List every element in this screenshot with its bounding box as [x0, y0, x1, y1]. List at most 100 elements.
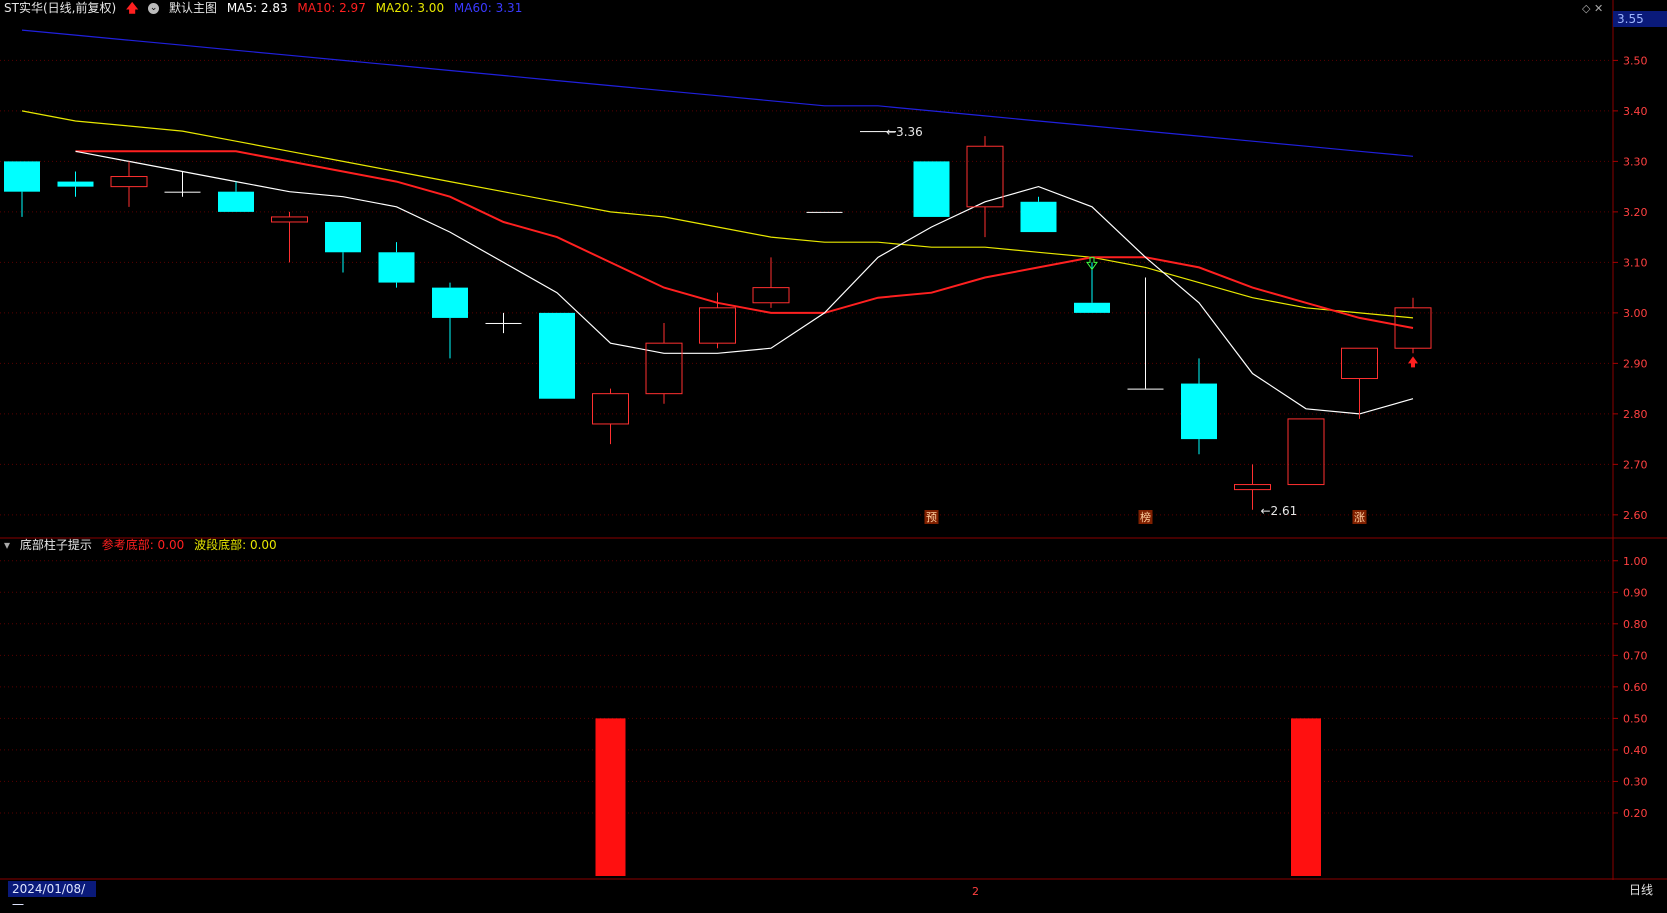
ma10-label: MA10: 2.97 [297, 1, 366, 15]
candle-body-up [1234, 484, 1271, 491]
ma60-line [21, 29, 1414, 157]
indicator-bar-layer [595, 718, 1321, 876]
ref-bottom-label: 参考底部: 0.00 [101, 538, 185, 552]
candle-body-down [218, 191, 254, 212]
candlestick-layer [4, 131, 1432, 510]
ma5-label: MA5: 2.83 [226, 1, 288, 15]
candle [4, 161, 40, 217]
price-tick-label: 3.50 [1623, 54, 1648, 67]
candle [1181, 358, 1217, 455]
ma20-label: MA20: 3.00 [375, 1, 445, 15]
indicator-tick-label: 0.20 [1623, 807, 1648, 820]
price-annotation: ←3.36 [886, 125, 923, 139]
date-cursor-label: 2024/01/08/一 [8, 881, 96, 912]
diamond-icon[interactable]: ◇ [1582, 2, 1590, 15]
candle-body-doji [806, 211, 843, 213]
candle [110, 161, 148, 207]
candle-body-up [1287, 418, 1325, 486]
bottom-signal-bar [595, 718, 626, 876]
candle [806, 211, 843, 213]
candle [1127, 277, 1164, 390]
last-price-tag: 3.55 [1613, 11, 1667, 27]
indicator-tick-label: 0.50 [1623, 712, 1648, 725]
price-tick-label: 2.70 [1623, 458, 1648, 471]
indicator-tick-label: 0.90 [1623, 586, 1648, 599]
candle-body-up [592, 393, 629, 425]
candle-body-up [752, 287, 790, 304]
price-tick-label: 3.20 [1623, 206, 1648, 219]
indicator-tick-label: 0.80 [1623, 618, 1648, 631]
candle [539, 312, 575, 399]
price-tick-label: 3.10 [1623, 256, 1648, 269]
candle [1020, 196, 1057, 233]
price-tick-label: 3.30 [1623, 155, 1648, 168]
candle [271, 211, 308, 263]
signal-marker: 预 [926, 511, 937, 524]
candle-body-up [271, 216, 308, 223]
template-name[interactable]: 默认主图 [169, 1, 217, 15]
indicator-title[interactable]: 底部柱子提示 [20, 538, 92, 552]
candle-body-up [110, 176, 148, 188]
candle [432, 282, 468, 359]
ma10-line [75, 150, 1414, 329]
candle [592, 388, 629, 445]
price-annotation: ←2.61 [1261, 504, 1298, 518]
candle [378, 242, 415, 288]
arrow-up-icon [1408, 356, 1418, 368]
indicator-tick-label: 1.00 [1623, 555, 1648, 568]
candle-body-doji [485, 322, 522, 324]
indicator-tick-label: 0.70 [1623, 649, 1648, 662]
candle-body-down [539, 312, 575, 399]
candle [57, 171, 94, 197]
candle [752, 257, 790, 308]
price-tick-label: 3.40 [1623, 105, 1648, 118]
price-tick-label: 2.80 [1623, 408, 1648, 421]
dropdown-icon[interactable]: ▾ [4, 537, 10, 553]
bottom-signal-bar [1291, 718, 1321, 876]
page-marker: 2 [972, 885, 979, 898]
arrow-up-icon[interactable]: 🡅 [126, 0, 138, 16]
close-icon[interactable]: ✕ [1594, 2, 1603, 15]
candle-body-down [913, 161, 950, 217]
window-controls: ◇ ✕ [1582, 2, 1603, 15]
indicator-header: ▾ 底部柱子提示 参考底部: 0.00 波段底部: 0.00 [4, 537, 283, 553]
candle-body-down [1020, 201, 1057, 233]
price-tick-label: 2.90 [1623, 357, 1648, 370]
candle [1287, 418, 1325, 486]
candle [1341, 347, 1378, 419]
candle-body-doji [1127, 388, 1164, 390]
moving-average-layer [21, 29, 1414, 415]
candle-body-down [1074, 302, 1110, 313]
wave-bottom-label: 波段底部: 0.00 [194, 538, 277, 552]
candle-body-down [1181, 383, 1217, 440]
indicator-tick-label: 0.40 [1623, 744, 1648, 757]
candle [485, 312, 522, 334]
price-tick-label: 2.60 [1623, 509, 1648, 522]
candle-body-up [1394, 307, 1432, 349]
main-chart-header: ST实华(日线,前复权) 🡅 ⌄ 默认主图 MA5: 2.83 MA10: 2.… [4, 0, 528, 16]
candle-body-down [57, 181, 94, 187]
stock-title[interactable]: ST实华(日线,前复权) [4, 1, 116, 15]
candle [699, 292, 736, 349]
signal-marker: 榜 [1140, 510, 1151, 524]
ma5-line [75, 150, 1414, 415]
chevron-down-icon[interactable]: ⌄ [148, 3, 160, 14]
indicator-tick-label: 0.30 [1623, 775, 1648, 788]
stock-chart[interactable]: ←3.36 ←2.61 预 榜 涨 3.50 3.40 3.30 3.20 3.10 3.00 2.… [0, 0, 1667, 901]
signal-marker: 涨 [1354, 511, 1365, 524]
candle-body-down [4, 161, 40, 192]
candle [966, 136, 1004, 238]
candle [913, 161, 950, 217]
price-tick-label: 3.00 [1623, 307, 1648, 320]
candle-body-down [325, 221, 361, 253]
candle [218, 181, 254, 212]
candle [164, 171, 201, 197]
ma20-line [21, 110, 1414, 319]
grid-layer [0, 0, 1667, 880]
period-label[interactable]: 日线 [1629, 882, 1653, 898]
ma60-label: MA60: 3.31 [453, 1, 523, 15]
candle-body-doji [164, 191, 201, 193]
candle [325, 221, 361, 273]
candle-body-down [378, 252, 415, 283]
candle-body-down [432, 287, 468, 318]
